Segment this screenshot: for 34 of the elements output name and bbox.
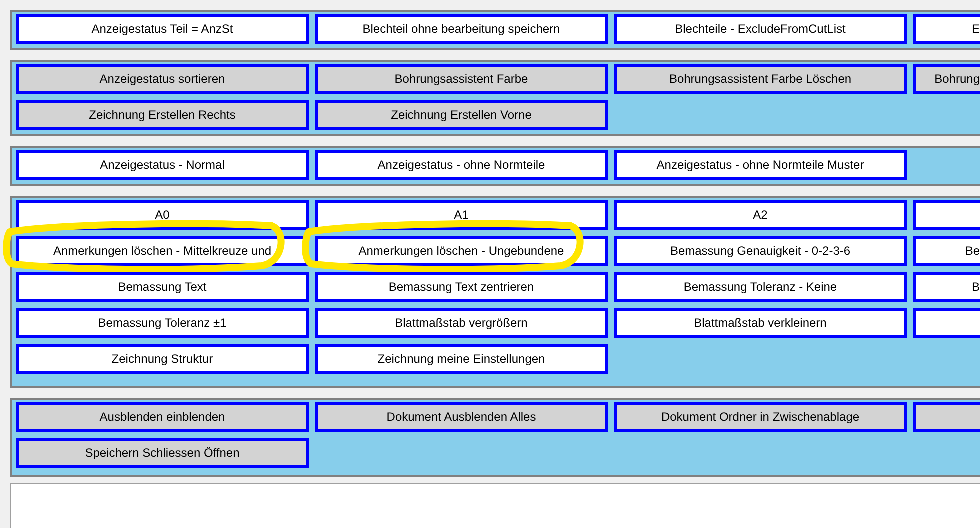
macro-button[interactable]: Bemassung Genauigkeit - 0-2-3-6 [614, 236, 907, 266]
macro-button[interactable]: Speichern Schliessen Öffnen [16, 438, 309, 468]
macro-button[interactable]: Anzeigestatus - ohne Normteile [315, 150, 608, 180]
macro-button[interactable] [913, 200, 980, 230]
macro-button[interactable]: Dokument Ausblenden Alles [315, 402, 608, 432]
macro-button[interactable]: Dokument Ordner in Zwischenablage [614, 402, 907, 432]
macro-button[interactable]: Blechteile - ExcludeFromCutList [614, 14, 907, 44]
macro-button[interactable]: Zeichnung meine Einstellungen [315, 344, 608, 374]
macro-button[interactable]: Zeichnung Erstellen Rechts [16, 100, 309, 130]
macro-button[interactable]: Anzeigestatus - Normal [16, 150, 309, 180]
macro-button[interactable]: Bohrungsassistent Farbe [315, 64, 608, 94]
macro-button[interactable]: Be [913, 236, 980, 266]
macro-button[interactable] [913, 308, 980, 338]
macro-button[interactable]: A2 [614, 200, 907, 230]
macro-button[interactable]: Blechteil ohne bearbeitung speichern [315, 14, 608, 44]
macro-button[interactable]: Anmerkungen löschen - Ungebundene [315, 236, 608, 266]
macro-button[interactable]: Zeichnung Struktur [16, 344, 309, 374]
macro-button[interactable]: Ausblenden einblenden [16, 402, 309, 432]
macro-button[interactable]: Anzeigestatus sortieren [16, 64, 309, 94]
macro-button[interactable]: Bohrung [913, 64, 980, 94]
macro-button[interactable]: Bemassung Toleranz - Keine [614, 272, 907, 302]
macro-button[interactable]: Anzeigestatus - ohne Normteile Muster [614, 150, 907, 180]
macro-button[interactable] [913, 402, 980, 432]
macro-button[interactable]: B [913, 272, 980, 302]
macro-button[interactable]: Bemassung Text [16, 272, 309, 302]
macro-button[interactable]: Blattmaßstab vergrößern [315, 308, 608, 338]
macro-button[interactable]: Bohrungsassistent Farbe Löschen [614, 64, 907, 94]
macro-button[interactable]: Anmerkungen löschen - Mittelkreuze und [16, 236, 309, 266]
macro-button[interactable]: Zeichnung Erstellen Vorne [315, 100, 608, 130]
macro-button[interactable]: Bemassung Toleranz ±1 [16, 308, 309, 338]
macro-button[interactable]: Blattmaßstab verkleinern [614, 308, 907, 338]
macro-button[interactable]: E [913, 14, 980, 44]
macro-button[interactable]: Bemassung Text zentrieren [315, 272, 608, 302]
macro-button[interactable]: Anzeigestatus Teil = AnzSt [16, 14, 309, 44]
